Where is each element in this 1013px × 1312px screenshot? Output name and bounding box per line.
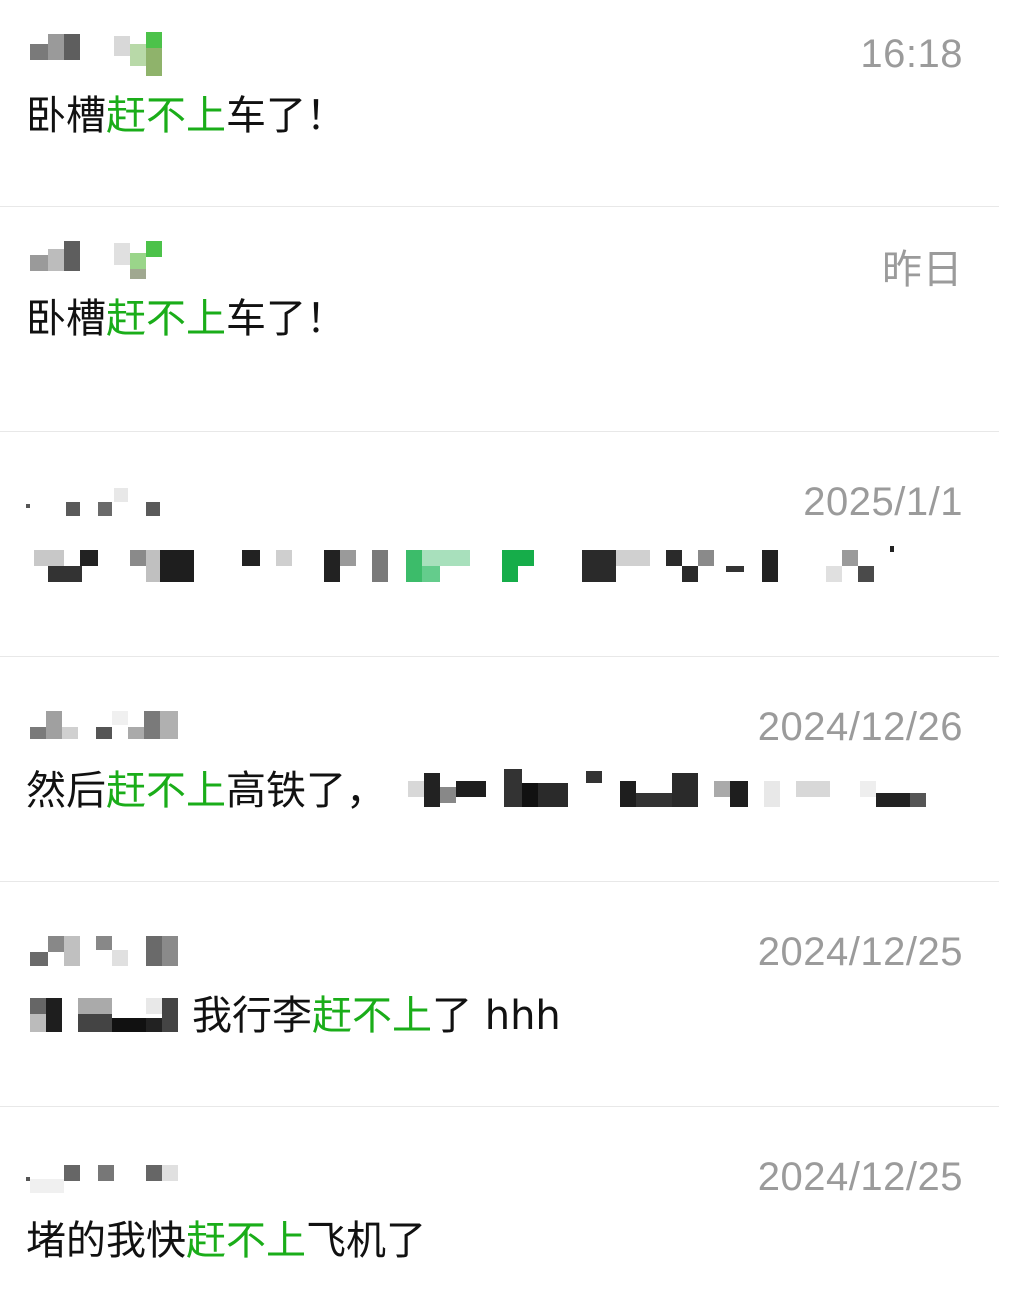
message-text: 了 hhh	[432, 993, 561, 1039]
keyword-highlight: 赶不上	[106, 296, 226, 342]
message-preview: 堵的我快赶不上飞机了	[26, 1217, 426, 1265]
keyword-highlight: 赶不上	[312, 993, 432, 1039]
timestamp: 2024/12/25	[757, 1155, 963, 1199]
keyword-highlight: 赶不上	[186, 1218, 306, 1264]
sender-name-redacted	[30, 32, 200, 76]
sender-name-redacted	[30, 709, 200, 745]
message-text: 车了！	[226, 93, 346, 139]
sender-name-redacted	[30, 239, 200, 279]
message-text: 飞机了	[306, 1218, 426, 1264]
search-results-list: 16:18 卧槽赶不上车了！ 昨日 卧槽赶不上车了！ 2025/1/1 2024…	[0, 0, 1013, 1312]
timestamp: 2025/1/1	[803, 480, 963, 524]
message-redacted-tail	[408, 769, 938, 817]
message-text: 卧槽	[26, 93, 106, 139]
timestamp: 昨日	[882, 248, 963, 292]
sender-name-redacted	[26, 484, 200, 520]
message-text: 高铁了，	[226, 768, 386, 814]
result-item[interactable]: 16:18 卧槽赶不上车了！	[0, 0, 1013, 207]
keyword-highlight: 赶不上	[106, 93, 226, 139]
sender-name-redacted	[26, 1161, 200, 1197]
timestamp: 2024/12/26	[757, 705, 963, 749]
result-item[interactable]: 2025/1/1	[0, 432, 1013, 657]
message-preview-redacted	[26, 544, 906, 594]
result-item[interactable]: 2024/12/26 然后赶不上高铁了，	[0, 657, 1013, 882]
result-item[interactable]: 昨日 卧槽赶不上车了！	[0, 207, 1013, 432]
message-preview: 然后赶不上高铁了，	[26, 767, 938, 817]
scrollbar[interactable]	[999, 0, 1013, 1312]
timestamp: 16:18	[860, 32, 963, 76]
sender-name-redacted	[30, 934, 200, 970]
message-preview: 我行李赶不上了 hhh	[26, 992, 561, 1042]
message-text: 堵的我快	[26, 1218, 186, 1264]
result-item[interactable]: 2024/12/25 堵的我快赶不上飞机了	[0, 1107, 1013, 1312]
message-redacted-head	[26, 994, 192, 1042]
message-preview: 卧槽赶不上车了！	[26, 92, 346, 140]
message-text: 我行李	[192, 993, 312, 1039]
keyword-highlight: 赶不上	[106, 768, 226, 814]
message-preview: 卧槽赶不上车了！	[26, 295, 346, 343]
result-item[interactable]: 2024/12/25 我行李赶不上了 hhh	[0, 882, 1013, 1107]
message-text: 车了！	[226, 296, 346, 342]
message-text: 然后	[26, 768, 106, 814]
timestamp: 2024/12/25	[757, 930, 963, 974]
message-text: 卧槽	[26, 296, 106, 342]
